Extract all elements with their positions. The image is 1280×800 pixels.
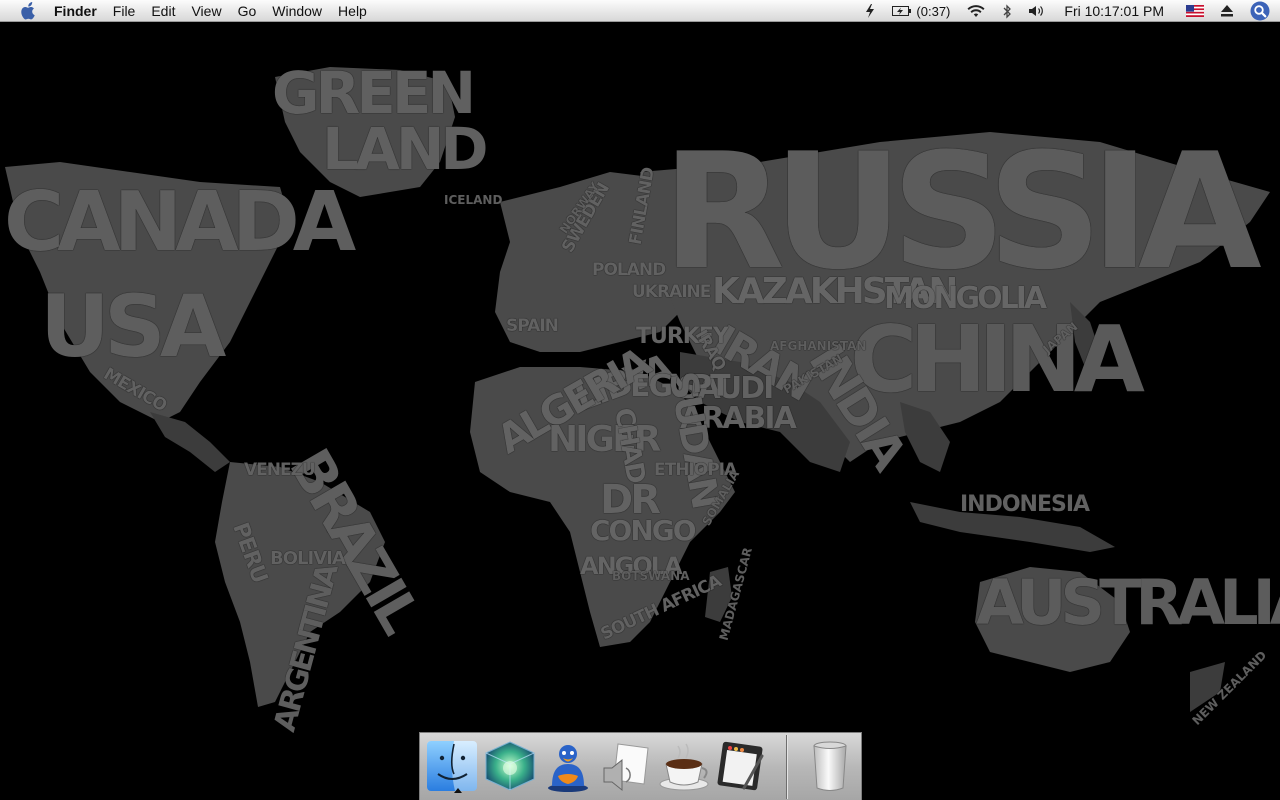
dock-item-preview[interactable]: [598, 738, 654, 794]
menu-app-finder[interactable]: Finder: [44, 0, 105, 22]
duck-icon: [548, 745, 588, 792]
dock-separator: [786, 735, 788, 799]
map-label-greenland-2: LAND: [322, 115, 489, 183]
menu-go[interactable]: Go: [230, 0, 265, 22]
menu-help[interactable]: Help: [330, 0, 375, 22]
speaker-paper-icon: [603, 743, 649, 792]
script-menu-icon[interactable]: [856, 0, 884, 22]
map-label-bolivia: BOLIVIA: [270, 548, 346, 569]
volume-icon[interactable]: [1020, 0, 1054, 22]
dock-item-finder[interactable]: [424, 738, 480, 794]
map-label-poland: POLAND: [592, 260, 666, 280]
map-label-china: CHINA: [850, 306, 1145, 413]
map-label-iceland: ICELAND: [444, 193, 503, 207]
running-indicator: [454, 788, 462, 793]
map-label-indonesia: INDONESIA: [960, 492, 1090, 517]
desktop-wallpaper: GREEN LAND CANADA USA MEXICO RUSSIA KAZA…: [0, 22, 1280, 800]
map-label-venezuela: VENEZU: [244, 460, 316, 480]
bluetooth-icon[interactable]: [994, 0, 1020, 22]
map-label-afghanistan: AFGHANISTAN: [770, 339, 867, 353]
map-label-russia: RUSSIA: [662, 118, 1262, 305]
battery-time: (0:37): [916, 3, 951, 19]
menu-bar: Finder File Edit View Go Window Help (0:…: [0, 0, 1280, 22]
map-label-ukraine: UKRAINE: [632, 282, 711, 302]
dock-item-java[interactable]: [656, 738, 712, 794]
apple-menu-icon[interactable]: [20, 1, 38, 20]
map-label-greenland-1: GREEN: [272, 59, 476, 127]
drawing-tablet-icon: [717, 741, 764, 791]
dock-item-dashboard[interactable]: [482, 738, 538, 794]
spotlight-icon[interactable]: [1242, 0, 1280, 22]
menu-window[interactable]: Window: [264, 0, 330, 22]
map-label-spain: SPAIN: [506, 316, 559, 336]
dock-item-ichat[interactable]: [540, 738, 596, 794]
dock-item-trash[interactable]: [802, 738, 858, 794]
menu-edit[interactable]: Edit: [143, 0, 183, 22]
wifi-icon[interactable]: [958, 0, 994, 22]
eject-icon[interactable]: [1212, 0, 1242, 22]
trash-icon: [813, 741, 847, 791]
battery-icon: [892, 6, 912, 16]
map-label-congo: CONGO: [590, 514, 697, 547]
menu-file[interactable]: File: [105, 0, 144, 22]
map-label-usa: USA: [40, 277, 226, 377]
map-label-canada: CANADA: [4, 175, 356, 270]
menu-view[interactable]: View: [183, 0, 229, 22]
us-flag-icon[interactable]: [1178, 0, 1212, 22]
dock-item-sketch[interactable]: [714, 738, 770, 794]
map-label-australia: AUSTRALIA: [976, 566, 1280, 639]
cube-icon: [485, 741, 535, 791]
desktop: Finder File Edit View Go Window Help (0:…: [0, 0, 1280, 800]
finder-icon: [427, 741, 477, 791]
coffee-cup-icon: [659, 743, 709, 791]
battery-status[interactable]: (0:37): [884, 0, 958, 22]
menu-clock[interactable]: Fri 10:17:01 PM: [1054, 0, 1178, 22]
map-label-botswana: BOTSWANA: [612, 569, 690, 583]
dock: [419, 732, 862, 800]
